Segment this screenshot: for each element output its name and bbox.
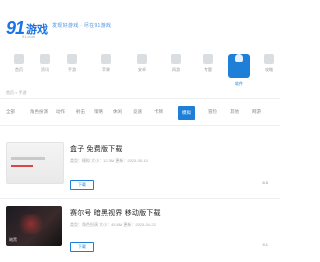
nav-label: 网游 — [172, 67, 180, 72]
item-thumbnail[interactable] — [6, 142, 64, 184]
slogan: 发现好游戏 · 尽在91游戏 — [52, 23, 112, 29]
item-title[interactable]: 赛尔号 暗黑视界 移动版下载 — [70, 208, 161, 218]
globe-icon — [171, 54, 181, 64]
nav-label: 首页 — [15, 67, 23, 72]
nav-label: 苹果 — [102, 67, 110, 72]
logo-subtitle: 91.com — [22, 34, 36, 39]
list-item[interactable]: 盒子 免费版下载 类型：模拟 大小：12.3M 更新：2023-05-10 下载… — [0, 138, 280, 198]
thumb-decoration — [11, 157, 45, 160]
tag-item[interactable]: 冒险 — [208, 109, 217, 115]
home-icon — [14, 54, 24, 64]
download-button[interactable]: 下载 — [70, 242, 94, 252]
thumb-label: 暗黑 — [9, 237, 17, 242]
apple-icon — [101, 54, 111, 64]
tag-item[interactable]: 卡牌 — [154, 109, 163, 115]
tag-item[interactable]: 休闲 — [113, 109, 122, 115]
gamepad-icon — [67, 54, 77, 64]
nav-mobile-games[interactable]: 手游 — [61, 48, 83, 73]
item-score: 8.5 — [262, 180, 268, 185]
star-icon — [203, 54, 213, 64]
download-button[interactable]: 下载 — [70, 180, 94, 190]
nav-topics[interactable]: 专题 — [197, 48, 219, 73]
nav-guides[interactable]: 攻略 — [258, 48, 280, 73]
tag-bar: 全部 角色扮演 动作 射击 策略 休闲 竞速 卡牌 模拟 冒险 其他 网游 — [0, 106, 280, 122]
news-icon — [40, 54, 50, 64]
tag-item[interactable]: 动作 — [56, 109, 65, 115]
divider — [0, 198, 280, 199]
category-nav: 首页 资讯 手游 苹果 安卓 网游 专题 软件 攻略 — [0, 48, 280, 88]
nav-android[interactable]: 安卓 — [131, 48, 153, 73]
nav-label: 攻略 — [265, 67, 273, 72]
tag-item[interactable]: 其他 — [230, 109, 239, 115]
nav-label: 手游 — [68, 67, 76, 72]
guide-icon — [264, 54, 274, 64]
list-item[interactable]: 暗黑 赛尔号 暗黑视界 移动版下载 类型：角色扮演 大小：45.6M 更新：20… — [0, 202, 280, 262]
nav-news[interactable]: 资讯 — [34, 48, 56, 73]
item-desc: 类型：角色扮演 大小：45.6M 更新：2023-04-22 — [70, 222, 156, 227]
divider — [0, 98, 280, 99]
thumb-decoration — [11, 165, 33, 167]
breadcrumb[interactable]: 首页 > 手游 — [6, 90, 27, 96]
nav-apple[interactable]: 苹果 — [95, 48, 117, 73]
item-title[interactable]: 盒子 免费版下载 — [70, 144, 123, 154]
tag-item-active[interactable]: 模拟 — [178, 106, 195, 120]
tag-item[interactable]: 网游 — [252, 109, 261, 115]
item-score: 9.1 — [262, 242, 268, 247]
tag-item[interactable]: 竞速 — [133, 109, 142, 115]
tag-item[interactable]: 角色扮演 — [30, 109, 48, 115]
item-thumbnail[interactable]: 暗黑 — [6, 206, 62, 246]
tag-item[interactable]: 射击 — [76, 109, 85, 115]
divider — [0, 125, 280, 126]
app-icon — [235, 54, 243, 62]
nav-label: 安卓 — [138, 67, 146, 72]
nav-active-tile — [228, 54, 250, 78]
nav-online[interactable]: 网游 — [165, 48, 187, 73]
nav-label: 软件 — [235, 81, 243, 86]
tag-item[interactable]: 全部 — [6, 109, 15, 115]
android-icon — [137, 54, 147, 64]
nav-software[interactable]: 软件 — [228, 48, 250, 87]
nav-home[interactable]: 首页 — [8, 48, 30, 73]
header: 91 游戏 91.com 发现好游戏 · 尽在91游戏 — [0, 0, 280, 40]
tag-item[interactable]: 策略 — [94, 109, 103, 115]
nav-label: 专题 — [204, 67, 212, 72]
nav-label: 资讯 — [41, 67, 49, 72]
item-desc: 类型：模拟 大小：12.3M 更新：2023-05-10 — [70, 158, 148, 163]
thumb-decoration — [16, 214, 46, 234]
